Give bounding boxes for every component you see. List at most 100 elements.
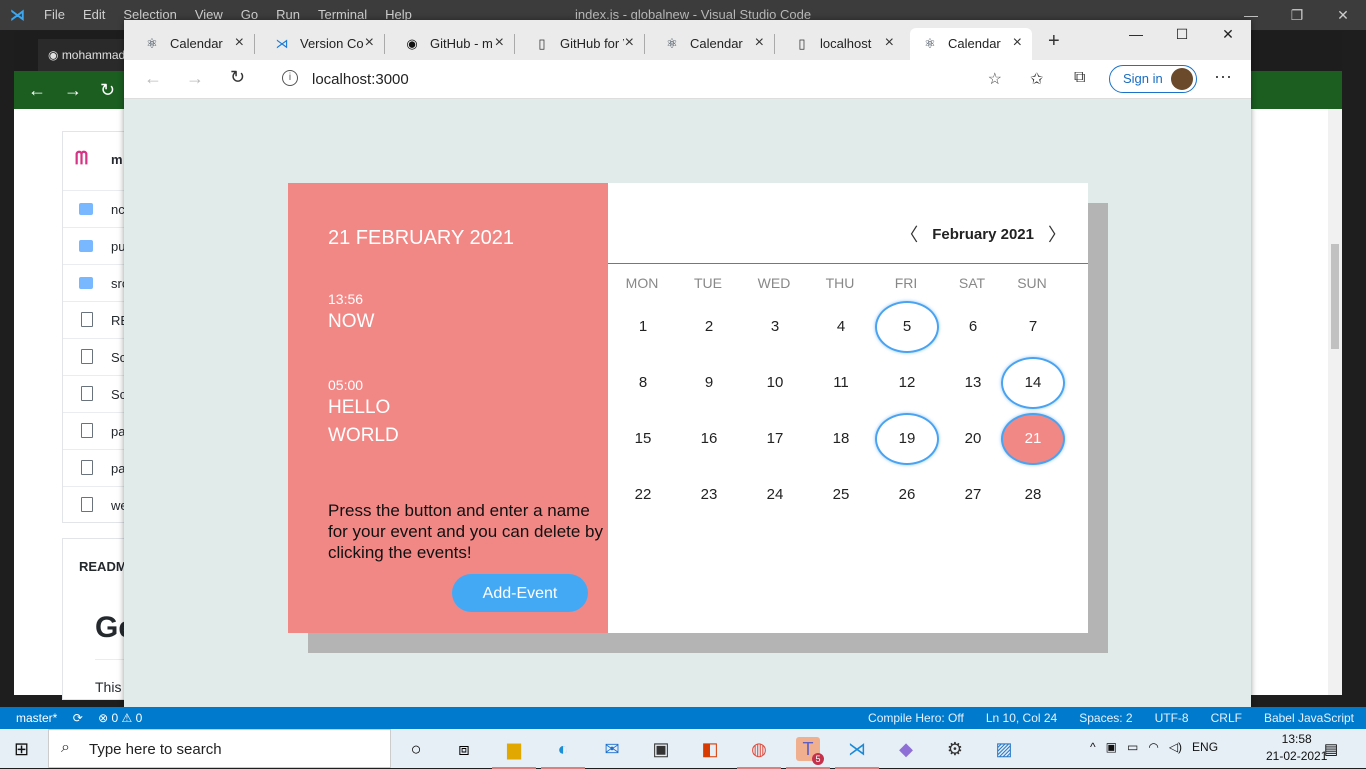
close-tab-icon[interactable]: × <box>235 34 244 52</box>
calendar-day[interactable]: 8 <box>613 358 673 408</box>
settings-gear-icon[interactable]: ⚙ <box>943 737 967 761</box>
meet-now-icon[interactable]: ▣ <box>1106 740 1117 754</box>
calendar-day[interactable]: 6 <box>943 302 1003 352</box>
file-row[interactable]: RE <box>63 301 129 338</box>
collections-icon[interactable]: ⧉ <box>1074 69 1085 87</box>
close-tab-icon[interactable]: × <box>885 34 894 52</box>
more-options-icon[interactable]: ··· <box>1214 66 1232 87</box>
task-view-icon[interactable]: ⧈ <box>452 737 476 761</box>
file-row[interactable]: pu <box>63 227 125 264</box>
calendar-day[interactable]: 23 <box>679 470 739 520</box>
close-tab-icon[interactable]: × <box>365 34 374 52</box>
address-bar[interactable]: i localhost:3000 ☆ <box>268 64 1010 94</box>
forward-icon[interactable]: → <box>64 80 82 101</box>
back-icon[interactable]: ← <box>144 68 162 89</box>
status-item[interactable]: Compile Hero: Off <box>868 711 964 725</box>
status-item[interactable]: CRLF <box>1211 711 1242 725</box>
photos-icon[interactable]: ▨ <box>992 737 1016 761</box>
file-explorer-icon[interactable]: ▆ <box>492 737 536 769</box>
mail-icon[interactable]: ✉ <box>600 737 624 761</box>
event-title[interactable]: HELLO WORLD <box>328 394 418 450</box>
new-tab-icon[interactable]: + <box>1048 30 1060 53</box>
event-title[interactable]: NOW <box>328 308 374 336</box>
calendar-day[interactable]: 12 <box>877 358 937 408</box>
file-row[interactable]: Sc <box>63 338 126 375</box>
calendar-day[interactable]: 15 <box>613 414 673 464</box>
calendar-day[interactable]: 22 <box>613 470 673 520</box>
calendar-day[interactable]: 25 <box>811 470 871 520</box>
browser-tab[interactable]: ⚛ Calendar × <box>132 28 255 60</box>
file-row[interactable]: src <box>63 264 128 301</box>
menu-item[interactable]: File <box>44 7 65 22</box>
close-tab-icon[interactable]: × <box>755 34 764 52</box>
calendar-day[interactable]: 1 <box>613 302 673 352</box>
sync-icon[interactable]: ⟳ <box>73 711 83 725</box>
calendar-day[interactable]: 28 <box>1003 470 1063 520</box>
file-row[interactable]: nc <box>63 190 125 227</box>
windows-start-icon[interactable]: ⊞ <box>14 739 29 760</box>
taskbar-search[interactable]: ⌕ Type here to search <box>48 729 391 768</box>
calendar-day[interactable]: 24 <box>745 470 805 520</box>
calendar-day[interactable]: 27 <box>943 470 1003 520</box>
calendar-day[interactable]: 9 <box>679 358 739 408</box>
calendar-day[interactable]: 3 <box>745 302 805 352</box>
minimize-icon[interactable]: — <box>1113 20 1159 48</box>
volume-icon[interactable]: ◁) <box>1169 740 1182 754</box>
file-row[interactable]: pa <box>63 449 125 486</box>
reload-icon[interactable]: ↻ <box>100 80 115 101</box>
status-item[interactable]: Spaces: 2 <box>1079 711 1132 725</box>
next-month-icon[interactable]: 〉 <box>1048 221 1066 247</box>
teams-icon[interactable]: T5 <box>786 737 830 769</box>
restore-icon[interactable]: ❐ <box>1274 0 1320 30</box>
browser-tab[interactable]: ⋊ Version Con × <box>262 28 385 60</box>
calendar-day[interactable]: 2 <box>679 302 739 352</box>
close-icon[interactable]: ✕ <box>1205 20 1251 48</box>
problems-indicator[interactable]: ⊗ 0 ⚠ 0 <box>98 711 142 725</box>
calendar-day[interactable]: 7 <box>1003 302 1063 352</box>
network-icon[interactable]: ▭ <box>1127 740 1138 754</box>
forward-icon[interactable]: → <box>186 68 204 89</box>
add-favorite-icon[interactable]: ☆ <box>988 69 1002 89</box>
calendar-day[interactable]: 10 <box>745 358 805 408</box>
file-row[interactable]: pa <box>63 412 125 449</box>
status-item[interactable]: Ln 10, Col 24 <box>986 711 1057 725</box>
status-item[interactable]: UTF-8 <box>1155 711 1189 725</box>
calendar-day[interactable]: 26 <box>877 470 937 520</box>
file-row[interactable]: Sc <box>63 375 126 412</box>
sign-in-button[interactable]: Sign in <box>1109 65 1197 93</box>
background-scrollbar[interactable] <box>1328 109 1342 695</box>
git-branch[interactable]: master* <box>16 711 57 725</box>
file-row[interactable]: we <box>63 486 128 523</box>
browser-tab[interactable]: ◉ GitHub - m × <box>392 28 515 60</box>
calendar-day-event[interactable]: 5 <box>875 301 939 353</box>
calendar-day-event[interactable]: 19 <box>875 413 939 465</box>
edge-icon[interactable]: ◐ <box>541 737 585 769</box>
favorites-icon[interactable]: ✩ <box>1030 69 1043 89</box>
vscode-icon[interactable]: ⋊ <box>835 737 879 769</box>
calendar-day-event[interactable]: 14 <box>1001 357 1065 409</box>
close-tab-icon[interactable]: × <box>625 34 634 52</box>
taskbar-clock[interactable]: 13:58 21-02-2021 <box>1266 731 1327 765</box>
calendar-day-today[interactable]: 21 <box>1001 413 1065 465</box>
cortana-icon[interactable]: ○ <box>404 737 428 761</box>
close-tab-icon[interactable]: × <box>1013 34 1022 52</box>
chrome-icon[interactable]: ◍ <box>737 737 781 769</box>
calendar-day[interactable]: 16 <box>679 414 739 464</box>
calendar-day[interactable]: 13 <box>943 358 1003 408</box>
browser-tab[interactable]: ⚛ Calendar × <box>652 28 775 60</box>
browser-tab[interactable]: ▯ localhost × <box>782 28 904 60</box>
browser-tab[interactable]: ▯ GitHub for V× <box>522 28 645 60</box>
calendar-day[interactable]: 11 <box>811 358 871 408</box>
browser-tab[interactable]: ⚛ Calendar × <box>910 28 1032 60</box>
close-tab-icon[interactable]: × <box>495 34 504 52</box>
calendar-day[interactable]: 20 <box>943 414 1003 464</box>
store-icon[interactable]: ▣ <box>649 737 673 761</box>
notification-icon[interactable]: ▤ <box>1324 740 1338 758</box>
language-indicator[interactable]: ENG <box>1192 740 1218 754</box>
status-item[interactable]: Babel JavaScript <box>1264 711 1354 725</box>
reload-icon[interactable]: ↻ <box>230 67 245 88</box>
menu-item[interactable]: Edit <box>83 7 105 22</box>
back-icon[interactable]: ← <box>28 80 46 101</box>
wifi-icon[interactable]: ◠ <box>1148 740 1158 754</box>
site-info-icon[interactable]: i <box>282 70 298 86</box>
